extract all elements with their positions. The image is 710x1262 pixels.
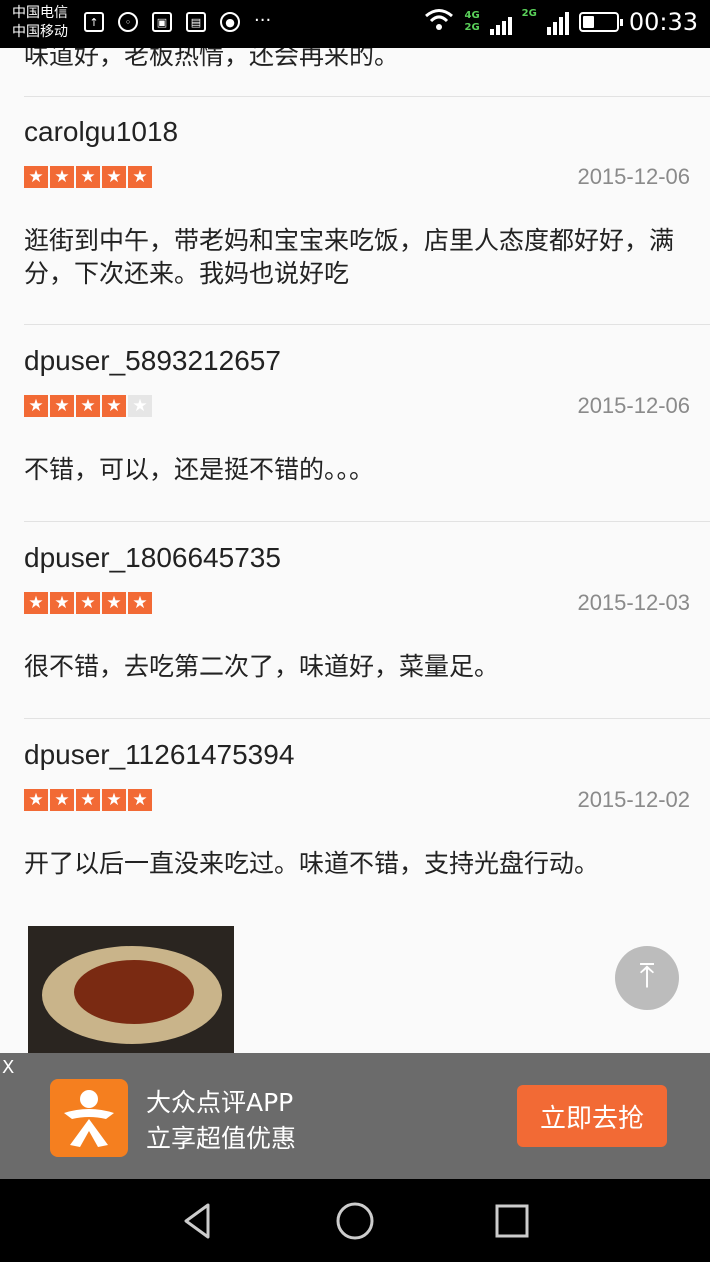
home-icon [336,1202,374,1240]
back-icon [184,1203,210,1239]
review-text: 开了以后一直没来吃过。味道不错，支持光盘行动。 [24,849,600,878]
review-date: 2015-12-02 [577,787,690,812]
back-button[interactable] [178,1201,218,1241]
star-filled-icon: ★ [102,789,126,811]
review-username[interactable]: dpuser_5893212657 [24,345,281,377]
review-text: 不错，可以，还是挺不错的。。。 [24,455,375,484]
battery-icon [578,12,623,32]
star-rating: ★ ★ ★ ★ ★ [24,395,152,417]
star-filled-icon: ★ [76,395,100,417]
signal-icon [489,9,512,35]
network-type-3: 2G [521,8,537,19]
star-filled-icon: ★ [128,789,152,811]
network-type-2: 2G [464,22,480,33]
grab-now-button[interactable]: 立即去抢 [517,1085,667,1147]
carrier-1: 中国电信 [12,5,68,21]
divider [24,718,710,719]
star-filled-icon: ★ [102,592,126,614]
review-date: 2015-12-06 [577,164,690,189]
star-filled-icon: ★ [24,592,48,614]
divider [24,324,710,325]
app-promo-banner: X 大众点评APP 立享超值优惠 立即去抢 [0,1053,710,1179]
app-name: 大众点评APP [146,1088,294,1117]
star-filled-icon: ★ [24,789,48,811]
clock: 00:33 [628,8,698,36]
arrow-up-icon: ⤒ [639,956,655,996]
review-text: 逛街到中午，带老妈和宝宝来吃饭，店里人态度都好好，满分，下次还来。我妈也说好吃 [24,226,675,288]
star-empty-icon: ★ [128,395,152,417]
carrier-2: 中国移动 [12,24,68,40]
carrier-info: 中国电信 中国移动 [12,4,68,42]
divider [24,521,710,522]
star-filled-icon: ★ [24,166,48,188]
star-filled-icon: ★ [128,592,152,614]
review-username[interactable]: carolgu1018 [24,116,178,148]
star-rating: ★ ★ ★ ★ ★ [24,166,152,188]
notification-icons: ↑ ◦ ▣ ▤ ● ··· [84,12,271,32]
review-list[interactable]: 味道好，老板热情，还会再来的。 carolgu1018 ★ ★ ★ ★ ★ 2015-1… [0,48,710,1053]
star-filled-icon: ★ [24,395,48,417]
review-text: 很不错，去吃第二次了，味道好，菜量足。 [24,652,500,681]
recent-apps-icon [495,1204,529,1238]
download-icon: ↑ [84,12,104,32]
eye-icon: ● [220,12,240,32]
recent-apps-button[interactable] [492,1201,532,1241]
star-filled-icon: ★ [102,166,126,188]
keyboard-icon: ▤ [186,12,206,32]
review-date: 2015-12-06 [577,393,690,418]
star-rating: ★ ★ ★ ★ ★ [24,789,152,811]
navigation-bar [0,1179,710,1262]
soup-image [74,960,194,1024]
review-text-partial: 味道好，老板热情，还会再来的。 [24,48,400,70]
home-button[interactable] [335,1201,375,1241]
app-promo-text: 立享超值优惠 [146,1124,297,1153]
wechat-icon: ◦ [118,12,138,32]
star-rating: ★ ★ ★ ★ ★ [24,592,152,614]
star-filled-icon: ★ [50,789,74,811]
star-filled-icon: ★ [102,395,126,417]
scroll-to-top-button[interactable]: ⤒ [615,946,679,1010]
star-filled-icon: ★ [76,789,100,811]
image-icon: ▣ [152,12,172,32]
star-filled-icon: ★ [76,592,100,614]
status-bar: 中国电信 中国移动 ↑ ◦ ▣ ▤ ● ··· 4G 2G 2G 00:33 [0,0,710,48]
star-filled-icon: ★ [50,395,74,417]
review-photo[interactable] [28,926,234,1053]
system-icons: 4G 2G 2G 00:33 [424,8,698,36]
star-filled-icon: ★ [76,166,100,188]
star-filled-icon: ★ [128,166,152,188]
review-username[interactable]: dpuser_1806645735 [24,542,281,574]
review-date: 2015-12-03 [577,590,690,615]
star-filled-icon: ★ [50,592,74,614]
wifi-icon [424,8,454,36]
star-filled-icon: ★ [50,166,74,188]
review-username[interactable]: dpuser_11261475394 [24,739,294,771]
dianping-logo-icon [50,1079,128,1157]
close-banner-button[interactable]: X [2,1057,14,1078]
divider [24,96,710,97]
network-type-1: 4G [464,10,480,21]
signal-icon-2 [546,9,569,35]
more-icon: ··· [254,10,272,31]
